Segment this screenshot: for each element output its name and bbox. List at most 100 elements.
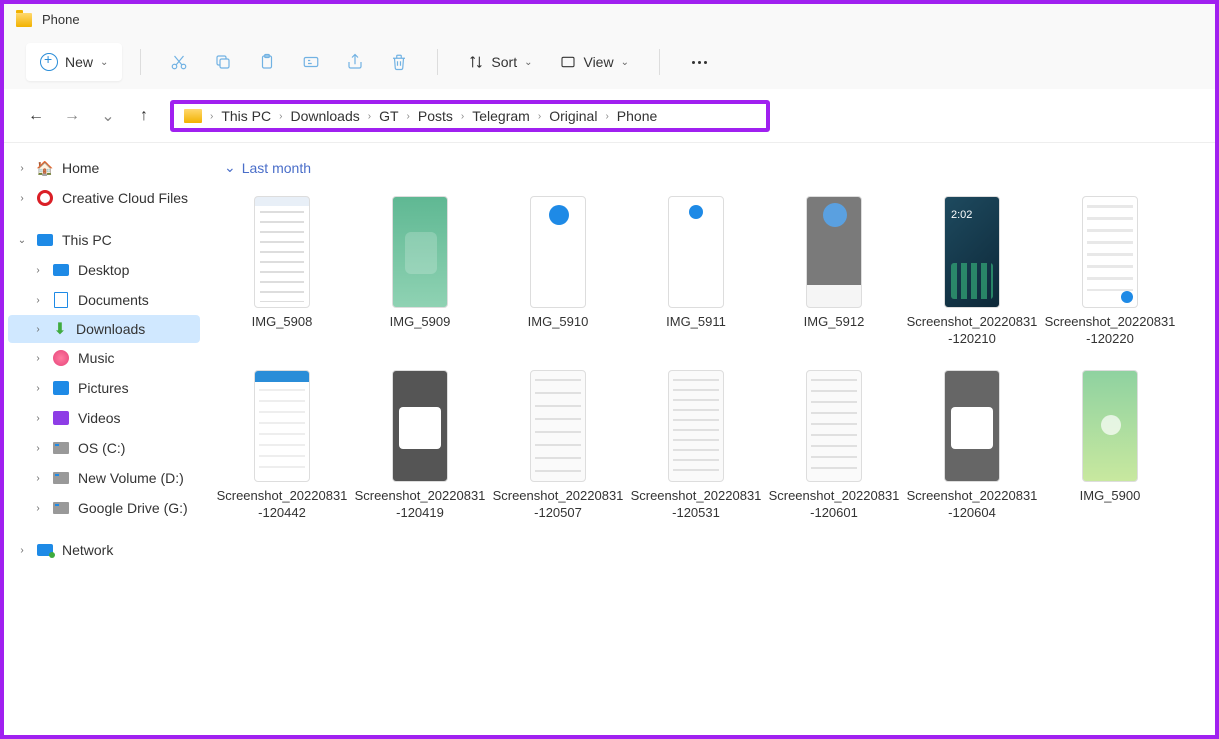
pc-icon [37,234,53,246]
up-button[interactable]: ↑ [134,107,154,125]
sidebar-item-pictures[interactable]: › Pictures [8,373,200,403]
file-item[interactable]: IMG_5912 [766,190,902,354]
sidebar-item-videos[interactable]: › Videos [8,403,200,433]
sidebar-item-os-c[interactable]: › OS (C:) [8,433,200,463]
sidebar-item-google-drive-g[interactable]: › Google Drive (G:) [8,493,200,523]
breadcrumb-item[interactable]: Posts [418,108,453,124]
explorer-window: Phone New ⌄ Sort ⌄ View ⌄ ← → ⌄ [4,4,1215,735]
chevron-down-icon: ⌄ [524,57,532,68]
rename-button[interactable] [291,44,331,80]
file-item[interactable]: Screenshot_20220831-120220 [1042,190,1178,354]
breadcrumb-item[interactable]: Phone [617,108,657,124]
label: Google Drive (G:) [78,500,188,516]
chevron-icon: › [16,545,28,556]
chevron-icon: › [538,111,541,122]
folder-icon [16,13,32,27]
file-label: IMG_5912 [804,314,865,331]
file-label: IMG_5900 [1080,488,1141,505]
file-item[interactable]: Screenshot_20220831-120210 [904,190,1040,354]
separator [659,49,660,75]
file-item[interactable]: Screenshot_20220831-120601 [766,364,902,528]
file-label: Screenshot_20220831-120442 [216,488,348,522]
chevron-icon: › [32,443,44,454]
videos-icon [53,411,69,425]
group-header[interactable]: ⌄ Last month [214,155,1205,180]
file-item[interactable]: Screenshot_20220831-120531 [628,364,764,528]
view-button[interactable]: View ⌄ [548,46,640,78]
file-thumbnail [668,196,724,308]
file-thumbnail [530,370,586,482]
file-label: Screenshot_20220831-120210 [906,314,1038,348]
sidebar-item-desktop[interactable]: › Desktop [8,255,200,285]
breadcrumb-item[interactable]: Telegram [472,108,530,124]
file-item[interactable]: IMG_5908 [214,190,350,354]
file-label: Screenshot_20220831-120419 [354,488,486,522]
file-thumbnail [392,196,448,308]
file-label: Screenshot_20220831-120220 [1044,314,1176,348]
chevron-down-icon: ⌄ [100,57,108,68]
file-item[interactable]: IMG_5911 [628,190,764,354]
sidebar-item-creative-cloud[interactable]: › Creative Cloud Files [8,183,200,213]
chevron-icon: › [16,163,28,174]
paste-button[interactable] [247,44,287,80]
label: Creative Cloud Files [62,190,188,206]
breadcrumb-item[interactable]: This PC [221,108,271,124]
sidebar-item-documents[interactable]: › Documents [8,285,200,315]
new-button[interactable]: New ⌄ [26,43,122,81]
sort-button[interactable]: Sort ⌄ [456,46,544,78]
chevron-icon: › [32,324,44,335]
file-thumbnail [392,370,448,482]
back-button[interactable]: ← [26,107,46,125]
file-item[interactable]: IMG_5909 [352,190,488,354]
window-title: Phone [42,12,80,27]
delete-button[interactable] [379,44,419,80]
drive-icon [53,472,69,484]
sidebar-item-network[interactable]: › Network [8,535,200,565]
sidebar: › 🏠 Home › Creative Cloud Files ⌄ This P… [4,143,204,735]
chevron-icon: › [32,383,44,394]
breadcrumb-item[interactable]: GT [379,108,398,124]
sidebar-item-this-pc[interactable]: ⌄ This PC [8,225,200,255]
separator [437,49,438,75]
recent-dropdown[interactable]: ⌄ [98,106,118,126]
copy-button[interactable] [203,44,243,80]
breadcrumb[interactable]: › This PC › Downloads › GT › Posts › Tel… [170,100,770,132]
label: This PC [62,232,112,248]
breadcrumb-item[interactable]: Original [549,108,597,124]
label: OS (C:) [78,440,125,456]
network-icon [37,544,53,556]
cut-button[interactable] [159,44,199,80]
file-item[interactable]: IMG_5910 [490,190,626,354]
drive-icon [53,442,69,454]
sidebar-item-home[interactable]: › 🏠 Home [8,153,200,183]
documents-icon [54,292,68,308]
sidebar-item-downloads[interactable]: › ⬇ Downloads [8,315,200,343]
content-pane: ⌄ Last month IMG_5908IMG_5909IMG_5910IMG… [204,143,1215,735]
breadcrumb-item[interactable]: Downloads [290,108,359,124]
label: Network [62,542,113,558]
file-item[interactable]: Screenshot_20220831-120419 [352,364,488,528]
file-label: IMG_5909 [390,314,451,331]
creative-cloud-icon [37,190,53,206]
file-item[interactable]: Screenshot_20220831-120442 [214,364,350,528]
file-thumbnail [944,196,1000,308]
drive-icon [53,502,69,514]
view-icon [560,54,576,70]
label: New Volume (D:) [78,470,184,486]
chevron-icon: › [32,473,44,484]
chevron-icon: › [279,111,282,122]
file-item[interactable]: Screenshot_20220831-120507 [490,364,626,528]
file-item[interactable]: Screenshot_20220831-120604 [904,364,1040,528]
file-thumbnail [806,196,862,308]
sidebar-item-music[interactable]: › Music [8,343,200,373]
label: Desktop [78,262,129,278]
share-button[interactable] [335,44,375,80]
body: › 🏠 Home › Creative Cloud Files ⌄ This P… [4,143,1215,735]
folder-icon [184,109,202,123]
title-bar: Phone [4,4,1215,35]
forward-button[interactable]: → [62,107,82,125]
file-item[interactable]: IMG_5900 [1042,364,1178,528]
file-thumbnail [254,370,310,482]
more-button[interactable] [678,61,721,64]
sidebar-item-new-volume-d[interactable]: › New Volume (D:) [8,463,200,493]
